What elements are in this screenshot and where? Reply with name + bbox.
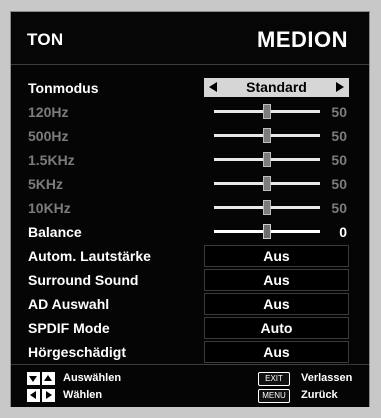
setting-row-1-5khz: 1.5KHz 50 — [11, 148, 369, 172]
setting-label: 120Hz — [28, 104, 69, 120]
equalizer-slider — [214, 200, 320, 215]
balance-slider[interactable] — [214, 224, 320, 239]
brand-logo: MEDION — [257, 27, 348, 52]
setting-label: Tonmodus — [28, 80, 99, 96]
setting-label: 10KHz — [28, 200, 71, 216]
option-value-box[interactable]: Aus — [204, 245, 349, 267]
slider-value: 50 — [331, 200, 347, 216]
setting-label: SPDIF Mode — [28, 320, 110, 336]
equalizer-slider — [214, 176, 320, 191]
tonmodus-selector[interactable]: Standard — [204, 78, 349, 97]
arrow-down-key-icon — [27, 372, 40, 385]
menu-footer: Auswählen Wählen EXIT Verlassen MENU Zur… — [11, 364, 369, 407]
hint-waehlen: Wählen — [63, 389, 103, 401]
option-value-box[interactable]: Aus — [204, 341, 349, 363]
slider-knob[interactable] — [263, 224, 271, 239]
slider-value: 50 — [331, 128, 347, 144]
slider-value: 50 — [331, 152, 347, 168]
equalizer-slider — [214, 128, 320, 143]
arrow-right-icon[interactable] — [336, 82, 344, 92]
setting-label: Balance — [28, 224, 82, 240]
setting-label: Hörgeschädigt — [28, 344, 127, 360]
setting-row-500hz: 500Hz 50 — [11, 124, 369, 148]
setting-row-surround-sound[interactable]: Surround Sound Aus — [11, 268, 369, 292]
setting-label: 1.5KHz — [28, 152, 75, 168]
option-value-box[interactable]: Auto — [204, 317, 349, 339]
selector-value: Standard — [246, 79, 307, 95]
setting-row-hoergeschaedigt[interactable]: Hörgeschädigt Aus — [11, 340, 369, 364]
slider-knob — [263, 176, 271, 191]
menu-title: TON — [27, 30, 64, 49]
setting-label: 500Hz — [28, 128, 69, 144]
setting-row-5khz: 5KHz 50 — [11, 172, 369, 196]
arrow-up-key-icon — [42, 372, 55, 385]
setting-row-balance[interactable]: Balance 0 — [11, 220, 369, 244]
slider-value: 50 — [331, 176, 347, 192]
setting-row-tonmodus[interactable]: Tonmodus Standard — [11, 76, 369, 100]
hint-auswaehlen: Auswählen — [63, 372, 122, 384]
slider-knob — [263, 200, 271, 215]
setting-row-ad-auswahl[interactable]: AD Auswahl Aus — [11, 292, 369, 316]
setting-row-120hz: 120Hz 50 — [11, 100, 369, 124]
setting-label: AD Auswahl — [28, 296, 110, 312]
setting-row-spdif-mode[interactable]: SPDIF Mode Auto — [11, 316, 369, 340]
option-value-box[interactable]: Aus — [204, 293, 349, 315]
slider-knob — [263, 104, 271, 119]
exit-key-icon: EXIT — [258, 372, 290, 386]
sound-menu-panel: TON MEDION Tonmodus Standard 120Hz 50 50… — [10, 11, 370, 407]
menu-header: TON MEDION — [11, 12, 369, 65]
setting-row-autom-lautstaerke[interactable]: Autom. Lautstärke Aus — [11, 244, 369, 268]
slider-knob — [263, 128, 271, 143]
setting-row-10khz: 10KHz 50 — [11, 196, 369, 220]
arrow-right-key-icon — [42, 389, 55, 402]
arrow-left-icon[interactable] — [209, 82, 217, 92]
equalizer-slider — [214, 152, 320, 167]
slider-knob — [263, 152, 271, 167]
menu-key-icon: MENU — [258, 389, 290, 403]
slider-value: 0 — [339, 224, 347, 240]
slider-value: 50 — [331, 104, 347, 120]
setting-label: Autom. Lautstärke — [28, 248, 151, 264]
option-value-box[interactable]: Aus — [204, 269, 349, 291]
hint-verlassen: Verlassen — [301, 372, 353, 384]
arrow-left-key-icon — [27, 389, 40, 402]
setting-label: 5KHz — [28, 176, 64, 192]
setting-label: Surround Sound — [28, 272, 139, 288]
hint-zurueck: Zurück — [301, 389, 338, 401]
equalizer-slider — [214, 104, 320, 119]
